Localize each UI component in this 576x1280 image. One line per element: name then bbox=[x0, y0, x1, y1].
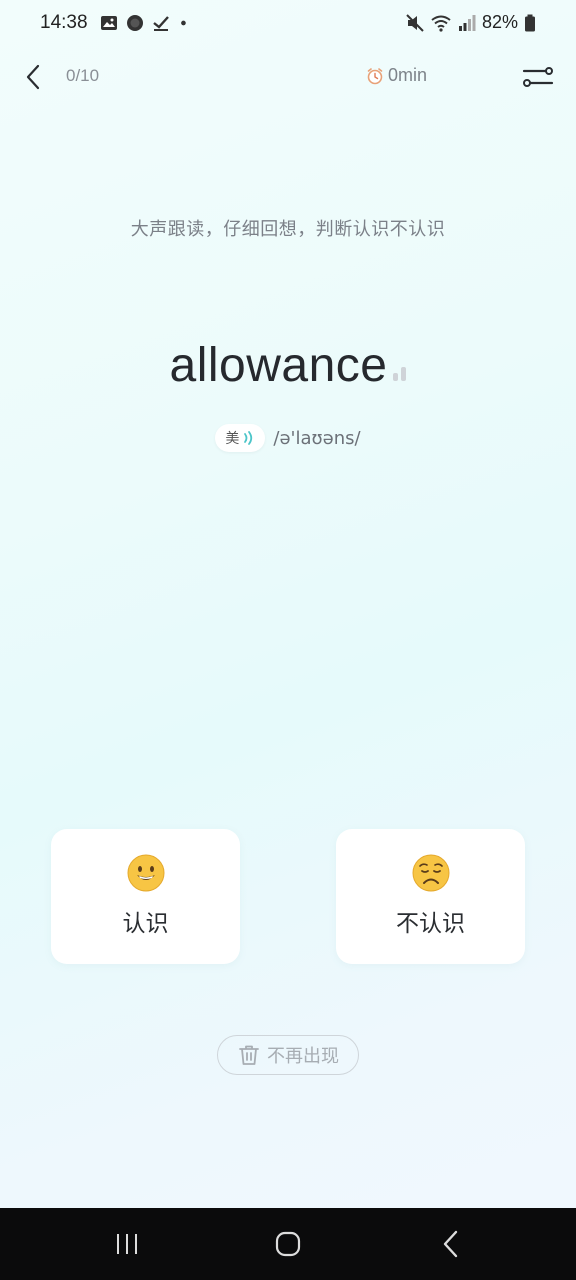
wifi-icon bbox=[431, 15, 451, 32]
instruction-text: 大声跟读，仔细回想，判断认识不认识 bbox=[130, 219, 446, 240]
circle-app-icon bbox=[127, 15, 143, 31]
recents-icon[interactable] bbox=[107, 1228, 147, 1260]
speaker-wave-icon bbox=[244, 431, 253, 445]
image-icon bbox=[101, 16, 117, 30]
accent-label: 美 bbox=[225, 431, 240, 447]
know-button[interactable]: 认识 bbox=[51, 829, 240, 964]
home-icon[interactable] bbox=[268, 1228, 308, 1260]
word-row: allowance bbox=[0, 338, 576, 393]
unknown-button[interactable]: 不认识 bbox=[336, 829, 525, 964]
vocabulary-word: allowance bbox=[169, 339, 388, 392]
status-right: 82% bbox=[406, 12, 536, 33]
never-show-button[interactable]: 不再出现 bbox=[217, 1035, 359, 1075]
system-nav-bar bbox=[0, 1208, 576, 1280]
status-left-icons bbox=[100, 14, 192, 32]
back-nav-icon[interactable] bbox=[430, 1228, 470, 1260]
smiling-face-icon bbox=[127, 854, 164, 892]
pronunciation-row: 美 /ə'laʊəns/ bbox=[0, 424, 576, 452]
battery-icon bbox=[525, 14, 535, 31]
header: 0/10 0min bbox=[0, 52, 576, 102]
settings-sliders-icon[interactable] bbox=[522, 62, 554, 92]
timer: 0min bbox=[366, 65, 427, 86]
never-show-label: 不再出现 bbox=[267, 1046, 339, 1067]
status-bar: 14:38 82% bbox=[0, 0, 576, 48]
progress-counter: 0/10 bbox=[66, 66, 100, 85]
unknown-label: 不认识 bbox=[396, 911, 465, 937]
dot-icon bbox=[181, 20, 186, 26]
audio-level-icon[interactable] bbox=[393, 367, 407, 381]
mute-icon bbox=[406, 13, 424, 32]
signal-icon bbox=[458, 14, 476, 31]
back-arrow-icon[interactable] bbox=[20, 62, 48, 92]
pronunciation-play-button[interactable]: 美 bbox=[215, 424, 266, 452]
worried-face-icon bbox=[412, 854, 449, 892]
timer-text: 0min bbox=[388, 65, 428, 85]
alarm-clock-icon bbox=[367, 67, 383, 84]
battery-percent: 82% bbox=[481, 12, 518, 32]
know-label: 认识 bbox=[122, 911, 169, 937]
phonetic-transcription: /ə'laʊəns/ bbox=[273, 427, 361, 449]
check-icon bbox=[153, 16, 169, 31]
status-time: 14:38 bbox=[40, 12, 88, 33]
trash-icon bbox=[239, 1045, 259, 1065]
